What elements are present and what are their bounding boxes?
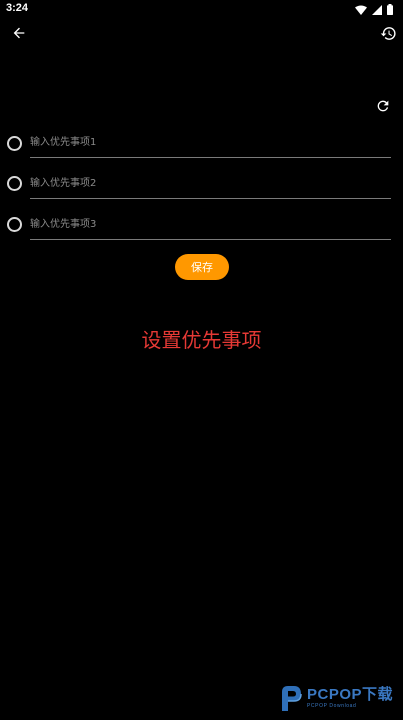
status-bar: 3:24 — [0, 0, 403, 20]
priority-input-2[interactable] — [30, 169, 391, 199]
save-button[interactable]: 保存 — [175, 254, 229, 280]
watermark: PCPOP下载 PCPOP Download — [279, 681, 393, 715]
watermark-subtitle: PCPOP Download — [307, 703, 357, 709]
priority-radio-2[interactable] — [7, 176, 22, 191]
history-icon — [380, 25, 397, 46]
priority-input-3[interactable] — [30, 210, 391, 240]
arrow-back-icon — [11, 25, 27, 45]
battery-icon — [387, 0, 393, 19]
watermark-brand: PCPOP下载 — [307, 687, 393, 703]
refresh-icon — [375, 98, 391, 118]
wifi-icon — [355, 0, 367, 19]
status-icons — [355, 3, 393, 15]
watermark-brand-cn: 下载 — [362, 686, 394, 703]
priority-row-2 — [0, 164, 403, 204]
priority-input-1[interactable] — [30, 128, 391, 158]
priority-row-3 — [0, 205, 403, 245]
pcpop-logo-icon — [279, 684, 303, 712]
priority-radio-1[interactable] — [7, 136, 22, 151]
signal-icon — [372, 0, 382, 19]
watermark-text: PCPOP下载 PCPOP Download — [307, 687, 393, 710]
page-heading: 设置优先事项 — [141, 328, 262, 352]
history-button[interactable] — [376, 23, 400, 47]
refresh-button[interactable] — [371, 96, 395, 120]
priority-row-1 — [0, 124, 403, 164]
status-time: 3:24 — [6, 2, 29, 14]
priority-radio-3[interactable] — [7, 217, 22, 232]
watermark-brand-latin: PCPOP — [307, 686, 363, 703]
back-button[interactable] — [7, 23, 31, 47]
